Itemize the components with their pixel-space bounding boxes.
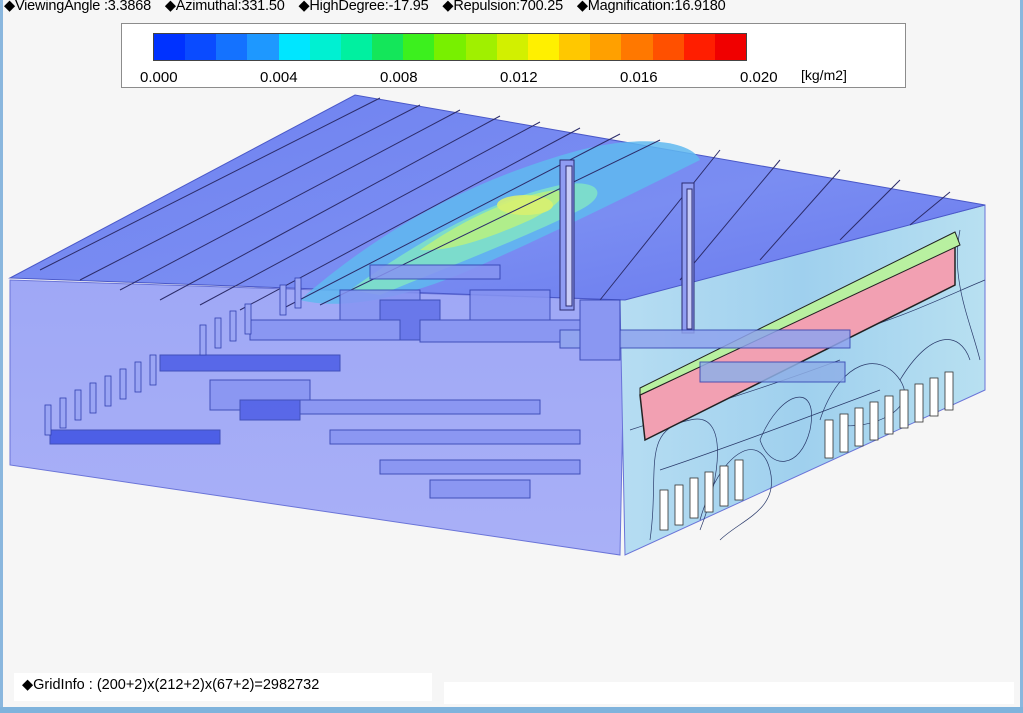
color-swatch-7	[372, 34, 404, 60]
legend-tick-3: 0.012	[500, 69, 538, 86]
color-swatch-9	[434, 34, 466, 60]
color-swatch-10	[465, 34, 497, 60]
color-swatch-18	[714, 34, 746, 60]
legend-tick-0: 0.000	[140, 69, 178, 86]
color-swatch-17	[683, 34, 715, 60]
cfd-visualization-viewport[interactable]	[0, 0, 1023, 713]
color-swatch-0	[154, 34, 186, 60]
color-swatch-14	[590, 34, 622, 60]
color-swatch-11	[496, 34, 528, 60]
color-swatch-3	[247, 34, 279, 60]
legend-tick-2: 0.008	[380, 69, 418, 86]
color-swatch-12	[527, 34, 560, 60]
color-swatch-13	[559, 34, 591, 60]
legend-tick-4: 0.016	[620, 69, 658, 86]
grid-info: ◆GridInfo : (200+2)x(212+2)x(67+2)=29827…	[14, 673, 432, 701]
color-swatch-15	[621, 34, 653, 60]
color-swatch-8	[403, 34, 435, 60]
color-swatch-4	[278, 34, 310, 60]
window-frame-bottom	[0, 707, 1023, 713]
color-swatch-2	[216, 34, 248, 60]
color-swatch-6	[340, 34, 373, 60]
color-swatch-1	[185, 34, 217, 60]
color-swatch-5	[309, 34, 341, 60]
legend-tick-5: 0.020	[740, 69, 778, 86]
legend-unit: [kg/m2]	[801, 67, 847, 83]
legend-tick-1: 0.004	[260, 69, 298, 86]
color-swatch-16	[652, 34, 684, 60]
color-scale-bar	[153, 33, 747, 61]
status-panel	[444, 682, 1014, 704]
